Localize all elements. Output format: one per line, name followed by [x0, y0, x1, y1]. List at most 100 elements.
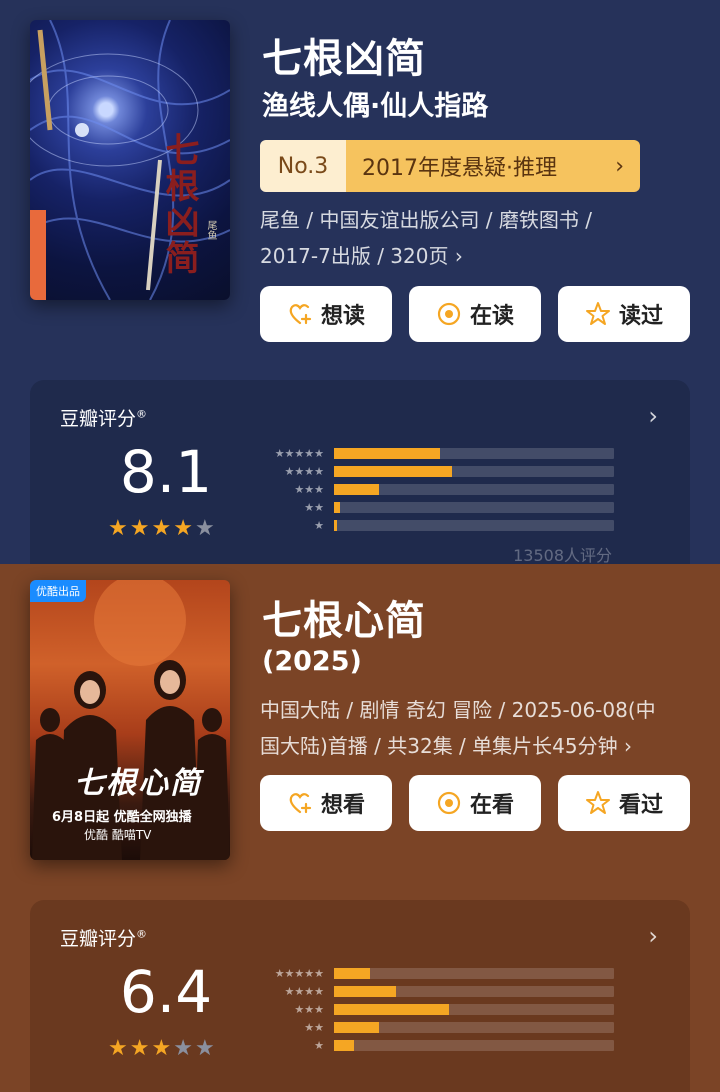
watched-label: 看过 — [618, 793, 663, 818]
book-title: 七根凶简 — [262, 36, 426, 82]
heart-plus-icon — [289, 793, 312, 814]
rank-badge[interactable]: No.3 2017年度悬疑·推理 › — [260, 140, 640, 192]
rating-bar-row: ★ — [250, 516, 630, 534]
want-to-read-label: 想读 — [320, 304, 365, 329]
rating-bar-track — [334, 501, 614, 513]
want-to-read-button[interactable]: 想读 — [260, 286, 392, 342]
rating-bar-fill — [334, 1021, 379, 1033]
bar-star-glyphs: ★★★★★ — [274, 446, 324, 460]
registered-mark: ® — [136, 407, 148, 421]
star-filled-icon: ★ — [129, 1036, 150, 1061]
rating-bar-track — [334, 519, 614, 531]
chevron-right-icon: › — [648, 922, 658, 950]
have-read-button[interactable]: 读过 — [558, 286, 690, 342]
book-meta-line1: 尾鱼 / 中国友谊出版公司 / 磨铁图书 / — [260, 208, 593, 232]
rating-votes: 13508人评分 — [513, 546, 612, 564]
bar-star-glyphs: ★ — [314, 518, 324, 532]
drama-rating-card[interactable]: 豆瓣评分® › 6.4 ★ ★ ★ ★ ★ ★★★★★ ★★★★ ★★★ ★★ ★ — [30, 900, 690, 1092]
rating-bar-fill — [334, 1003, 449, 1015]
poster-title: 七根心简 — [74, 766, 202, 801]
rating-score: 8.1 — [119, 438, 213, 506]
star-empty-icon: ★ — [194, 1036, 215, 1061]
rating-bar-track — [334, 1003, 614, 1015]
rating-bar-track — [334, 985, 614, 997]
star-filled-icon: ★ — [151, 516, 172, 541]
rating-distribution: ★★★★★ ★★★★ ★★★ ★★ ★ — [250, 444, 630, 534]
watching-label: 在看 — [469, 793, 514, 818]
drama-title: 七根心简 — [262, 598, 426, 644]
rank-category: 2017年度悬疑·推理 › — [346, 140, 640, 192]
rating-bar-row: ★★★★ — [250, 982, 630, 1000]
bar-star-glyphs: ★★★★ — [284, 464, 324, 478]
rating-bar-row: ★★★★★ — [250, 964, 630, 982]
target-icon — [437, 302, 461, 326]
target-icon — [437, 791, 461, 815]
drama-meta-line1: 中国大陆 / 剧情 奇幻 冒险 / 2025-06-08(中 — [260, 698, 656, 722]
star-filled-icon: ★ — [151, 1036, 172, 1061]
rating-stars: ★ ★ ★ ★ ★ — [108, 1038, 215, 1060]
rank-number: No.3 — [260, 140, 346, 192]
star-outline-icon — [585, 791, 610, 814]
drama-poster-image[interactable]: 优酷出品 七根心简 6月8日起 优酷全网独播 优酷 酷喵TV — [30, 580, 230, 860]
bar-star-glyphs: ★★ — [304, 500, 324, 514]
bar-star-glyphs: ★★ — [304, 1020, 324, 1034]
bar-star-glyphs: ★★★★★ — [274, 966, 324, 980]
rating-bar-row: ★★★★★ — [250, 444, 630, 462]
drama-meta[interactable]: 中国大陆 / 剧情 奇幻 冒险 / 2025-06-08(中 国大陆)首播 / … — [260, 692, 700, 764]
reading-label: 在读 — [469, 304, 514, 329]
rating-bar-track — [334, 465, 614, 477]
star-filled-icon: ★ — [108, 1036, 128, 1061]
book-meta-line2: 2017-7出版 / 320页 › — [260, 244, 463, 268]
want-to-watch-button[interactable]: 想看 — [260, 775, 392, 831]
rating-bar-row: ★ — [250, 1036, 630, 1054]
book-rating-card[interactable]: 豆瓣评分® › 8.1 ★ ★ ★ ★ ★ ★★★★★ ★★★★ ★★★ ★★ ★ 13508人… — [30, 380, 690, 564]
poster-platform: 优酷 酷喵TV — [84, 828, 152, 842]
bar-star-glyphs: ★★★ — [294, 1002, 324, 1016]
book-meta[interactable]: 尾鱼 / 中国友谊出版公司 / 磨铁图书 / 2017-7出版 / 320页 › — [260, 202, 700, 274]
rating-bar-row: ★★ — [250, 498, 630, 516]
rating-bar-fill — [334, 447, 441, 459]
book-subtitle: 渔线人偶·仙人指路 — [262, 91, 489, 122]
rating-bar-fill — [334, 1039, 354, 1051]
registered-mark: ® — [136, 927, 148, 941]
rating-bar-fill — [334, 465, 452, 477]
chevron-right-icon: › — [615, 153, 624, 179]
heart-plus-icon — [289, 304, 312, 325]
bar-star-glyphs: ★★★ — [294, 482, 324, 496]
book-cover-image[interactable]: 七根凶简 尾鱼 — [30, 20, 230, 300]
book-panel: 七根凶简 尾鱼 七根凶简 渔线人偶·仙人指路 No.3 2017年度悬疑·推理 … — [0, 0, 720, 564]
star-filled-icon: ★ — [129, 516, 150, 541]
drama-year: (2025) — [262, 646, 362, 677]
rating-distribution: ★★★★★ ★★★★ ★★★ ★★ ★ — [250, 964, 630, 1054]
rating-bar-fill — [334, 519, 337, 531]
watching-button[interactable]: 在看 — [409, 775, 541, 831]
star-empty-icon: ★ — [194, 516, 215, 541]
reading-button[interactable]: 在读 — [409, 286, 541, 342]
bar-star-glyphs: ★ — [314, 1038, 324, 1052]
star-filled-icon: ★ — [108, 516, 128, 541]
rating-bar-track — [334, 967, 614, 979]
rank-category-label: 2017年度悬疑·推理 — [362, 156, 557, 181]
bar-star-glyphs: ★★★★ — [284, 984, 324, 998]
rating-stars: ★ ★ ★ ★ ★ — [108, 518, 215, 540]
rating-score: 6.4 — [119, 958, 213, 1026]
rating-bar-track — [334, 1039, 614, 1051]
rating-bar-row: ★★★ — [250, 1000, 630, 1018]
star-filled-icon: ★ — [173, 516, 193, 541]
rating-label-text: 豆瓣评分 — [60, 408, 137, 430]
rating-bar-track — [334, 483, 614, 495]
rating-bar-track — [334, 447, 614, 459]
star-outline-icon — [585, 302, 610, 325]
poster-premiere: 6月8日起 优酷全网独播 — [52, 810, 192, 825]
rating-bar-fill — [334, 967, 371, 979]
drama-panel: 优酷出品 七根心简 6月8日起 优酷全网独播 优酷 酷喵TV 七根心简 (202… — [0, 564, 720, 1092]
poster-badge: 优酷出品 — [30, 580, 86, 602]
watched-button[interactable]: 看过 — [558, 775, 690, 831]
have-read-label: 读过 — [618, 304, 663, 329]
rating-label: 豆瓣评分® — [60, 404, 147, 431]
cover-stripe — [30, 210, 46, 300]
rating-bar-track — [334, 1021, 614, 1033]
star-empty-icon: ★ — [173, 1036, 193, 1061]
rating-bar-row: ★★ — [250, 1018, 630, 1036]
drama-meta-line2: 国大陆)首播 / 共32集 / 单集片长45分钟 › — [260, 734, 632, 758]
